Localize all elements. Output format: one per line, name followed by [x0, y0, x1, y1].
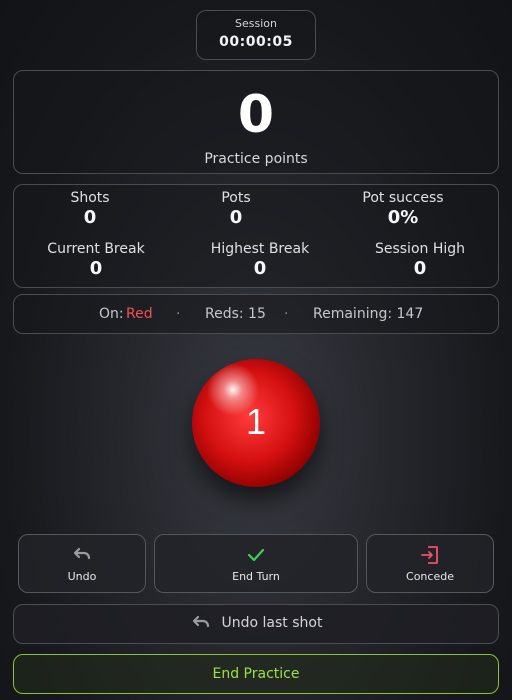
- on-label: On:: [99, 306, 124, 322]
- undo-label: Undo: [67, 570, 97, 583]
- ball-number: 1: [245, 401, 267, 442]
- undo-icon: [73, 547, 91, 560]
- concede-button[interactable]: Concede: [366, 534, 494, 593]
- red-ball-button[interactable]: 1: [192, 359, 320, 487]
- stat-current-break-label: Current Break: [47, 241, 145, 257]
- undo-icon: [192, 615, 209, 628]
- undo-last-shot-label: Undo last shot: [221, 615, 323, 631]
- practice-points-value: 0: [237, 85, 275, 145]
- ball-status-bar: On: Red · Reds: 15 · Remaining: 147: [13, 294, 499, 334]
- stat-pots: Pots 0: [156, 190, 316, 228]
- stat-highest-break: Highest Break 0: [180, 241, 340, 279]
- stat-pot-success: Pot success 0%: [323, 190, 483, 228]
- end-practice-button[interactable]: End Practice: [13, 654, 499, 694]
- check-icon: [247, 548, 265, 562]
- stat-highest-break-value: 0: [253, 258, 267, 279]
- stat-shots-value: 0: [83, 207, 97, 228]
- stat-pot-success-value: 0%: [387, 207, 419, 228]
- end-turn-button[interactable]: End Turn: [154, 534, 358, 593]
- stat-pots-value: 0: [229, 207, 243, 228]
- undo-button[interactable]: Undo: [18, 534, 146, 593]
- exit-icon: [421, 546, 438, 564]
- stats-panel: Shots 0 Pots 0 Pot success 0% Current Br…: [13, 184, 499, 288]
- stat-pot-success-label: Pot success: [362, 190, 444, 206]
- concede-label: Concede: [406, 570, 454, 583]
- practice-points-panel: 0 Practice points: [13, 70, 499, 174]
- stat-shots: Shots 0: [10, 190, 170, 228]
- stat-current-break-value: 0: [89, 258, 103, 279]
- reds-count: Reds: 15: [205, 306, 266, 322]
- stat-session-high-value: 0: [413, 258, 427, 279]
- session-label: Session: [235, 17, 277, 30]
- practice-points-label: Practice points: [204, 151, 308, 167]
- separator-2: ·: [284, 306, 289, 322]
- end-turn-label: End Turn: [232, 570, 280, 583]
- session-time: 00:00:05: [219, 34, 293, 50]
- stat-highest-break-label: Highest Break: [210, 241, 310, 257]
- stat-session-high: Session High 0: [340, 241, 500, 279]
- stat-session-high-label: Session High: [374, 241, 466, 257]
- separator-1: ·: [176, 306, 181, 322]
- stat-current-break: Current Break 0: [16, 241, 176, 279]
- end-practice-label: End Practice: [212, 666, 300, 682]
- on-ball-value: Red: [126, 306, 153, 322]
- session-timer: Session 00:00:05: [196, 10, 316, 60]
- points-remaining: Remaining: 147: [313, 306, 424, 322]
- undo-last-shot-button[interactable]: Undo last shot: [13, 604, 499, 644]
- stat-pots-label: Pots: [221, 190, 251, 206]
- stat-shots-label: Shots: [70, 190, 110, 206]
